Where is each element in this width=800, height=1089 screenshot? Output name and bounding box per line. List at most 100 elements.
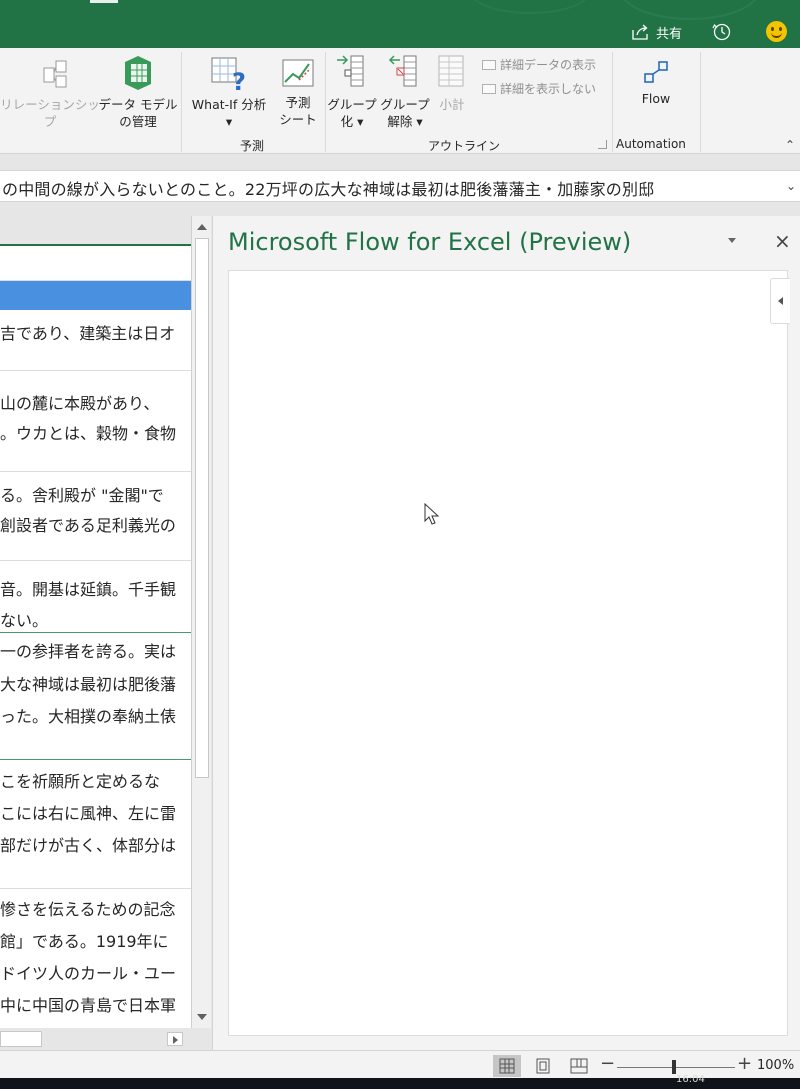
subtotal-button[interactable]: 小計: [432, 52, 472, 113]
cell-text: 吉であり、建築主は日オ: [0, 324, 176, 343]
cell-text: ドイツ人のカール・ユー: [0, 964, 177, 983]
normal-view-button[interactable]: [493, 1055, 521, 1077]
pane-title: Microsoft Flow for Excel (Preview): [228, 228, 632, 256]
cell-text: 山の麓に本殿があり、: [0, 394, 160, 413]
cell-text: 大な神域は最初は肥後藩: [0, 675, 177, 694]
worksheet-area[interactable]: 吉であり、建築主は日オ 山の麓に本殿があり、 。ウカとは、穀物・食物 る。舎利殿…: [0, 216, 191, 1028]
cell-text: 創設者である足利義光の: [0, 516, 176, 535]
cell-text: こには右に風神、左に雷: [0, 804, 177, 823]
show-detail-button[interactable]: 詳細データの表示: [482, 56, 596, 73]
vertical-scrollbar[interactable]: [191, 216, 211, 1028]
manage-data-model-button[interactable]: データ モデル の管理: [96, 54, 180, 130]
zoom-slider-track[interactable]: [617, 1067, 735, 1068]
ungroup-label-1: グループ: [380, 97, 430, 112]
cell-text: ない。: [0, 611, 49, 630]
scroll-right-icon[interactable]: [167, 1032, 183, 1046]
share-icon: [632, 24, 648, 40]
group-icon: [337, 55, 364, 87]
zoom-in-button[interactable]: +: [737, 1053, 752, 1074]
page-layout-icon: [536, 1058, 550, 1074]
history-icon[interactable]: [711, 21, 733, 43]
ungroup-label-2: 解除 ▾: [387, 114, 423, 129]
group-button[interactable]: グループ 化 ▾: [326, 52, 378, 130]
gridline: [0, 632, 191, 633]
selected-cell[interactable]: [0, 280, 191, 310]
zoom-level[interactable]: 100%: [757, 1058, 794, 1073]
page-layout-view-button[interactable]: [529, 1055, 557, 1077]
feedback-smiley-icon[interactable]: [766, 21, 787, 42]
forecast-label-1: 予測: [285, 95, 311, 110]
pane-content: [228, 270, 788, 1036]
flow-button[interactable]: Flow: [620, 58, 692, 107]
forecast-sheet-icon: [282, 59, 314, 87]
normal-view-icon: [499, 1058, 515, 1074]
forecast-sheet-button[interactable]: 予測 シート: [276, 56, 320, 128]
title-bar-fragment: [90, 0, 118, 3]
relationships-icon: [43, 60, 67, 88]
show-detail-label: 詳細データの表示: [500, 58, 597, 72]
page-break-icon: [570, 1058, 588, 1074]
scroll-thumb[interactable]: [195, 238, 209, 778]
what-if-analysis-button[interactable]: ? What-If 分析 ▾: [183, 56, 275, 130]
cell-text: 。ウカとは、穀物・食物: [0, 424, 177, 443]
cell-text: 中に中国の青島で日本軍: [0, 996, 177, 1015]
what-if-dropdown: ▾: [225, 114, 233, 129]
title-bar: 共有: [0, 0, 800, 48]
relationships-button[interactable]: リレーションシップ: [0, 58, 100, 130]
pane-options-icon[interactable]: [728, 238, 736, 243]
scroll-up-icon[interactable]: [197, 224, 207, 230]
cell-text: 音。開基は延鎮。千手観: [0, 580, 177, 599]
data-model-label-1: データ モデル: [98, 97, 178, 112]
group-label-outline: アウトライン: [428, 139, 501, 153]
cell-text: 一の参拝者を誇る。実は: [0, 642, 177, 661]
formula-bar-expand-icon[interactable]: ⌄: [782, 171, 800, 201]
zoom-slider-thumb[interactable]: [672, 1060, 676, 1074]
formula-bar-text: の中間の線が入らないとのこと。22万坪の広大な神域は最初は肥後藩藩主・加藤家の別…: [2, 180, 655, 199]
mouse-pointer-icon: [424, 503, 440, 525]
hide-detail-button[interactable]: 詳細を表示しない: [482, 80, 596, 97]
title-ornament: [470, 0, 590, 14]
horizontal-scrollbar[interactable]: [0, 1028, 191, 1050]
formula-bar[interactable]: の中間の線が入らないとのこと。22万坪の広大な神域は最初は肥後藩藩主・加藤家の別…: [0, 170, 800, 202]
group-label-2: 化 ▾: [340, 114, 364, 129]
column-header[interactable]: [0, 216, 191, 246]
collapse-ribbon-icon[interactable]: ⌃: [785, 138, 795, 152]
ungroup-icon: [388, 55, 417, 87]
svg-text:?: ?: [232, 68, 246, 92]
ungroup-button[interactable]: グループ 解除 ▾: [378, 52, 432, 130]
forecast-label-2: シート: [279, 112, 317, 127]
gridline: [0, 759, 191, 760]
taskbar: 16:04: [0, 1074, 800, 1089]
cell-text: こを祈願所と定めるな: [0, 772, 161, 791]
horizontal-scroll-thumb[interactable]: [0, 1031, 42, 1047]
subtotal-icon: [438, 55, 464, 87]
gridline: [0, 888, 191, 889]
outline-dialog-launcher-icon[interactable]: [598, 140, 607, 149]
cell-text: 部だけが古く、体部分は: [0, 836, 177, 855]
page-break-view-button[interactable]: [565, 1055, 593, 1077]
show-detail-icon: [482, 59, 496, 70]
share-button[interactable]: 共有: [632, 20, 682, 44]
hide-detail-label: 詳細を表示しない: [500, 82, 597, 96]
scroll-down-icon[interactable]: [197, 1014, 207, 1020]
pane-expand-tab-icon[interactable]: [770, 278, 790, 324]
subtotal-label: 小計: [439, 97, 465, 112]
gridline: [0, 471, 191, 472]
gridline: [0, 370, 191, 371]
flow-icon: [644, 61, 668, 83]
zoom-out-button[interactable]: −: [600, 1053, 615, 1074]
share-label: 共有: [656, 26, 683, 42]
hide-detail-icon: [482, 83, 496, 94]
gridline: [0, 280, 191, 281]
ribbon: リレーションシップ データ モデル の管理 ? What-If 分析 ▾ 予測 …: [0, 48, 800, 154]
ribbon-separator: [700, 52, 701, 152]
what-if-icon: ?: [211, 57, 246, 92]
title-ornament: [620, 0, 760, 20]
pane-close-icon[interactable]: ×: [774, 229, 791, 253]
group-label-1: グループ: [327, 97, 377, 112]
ribbon-separator: [612, 52, 613, 152]
relationships-label: リレーションシップ: [0, 97, 100, 129]
cell-text: 惨さを伝えるための記念: [0, 900, 176, 919]
group-label-forecast: 予測: [240, 139, 265, 153]
cell-text: 館」である。1919年に: [0, 932, 169, 951]
